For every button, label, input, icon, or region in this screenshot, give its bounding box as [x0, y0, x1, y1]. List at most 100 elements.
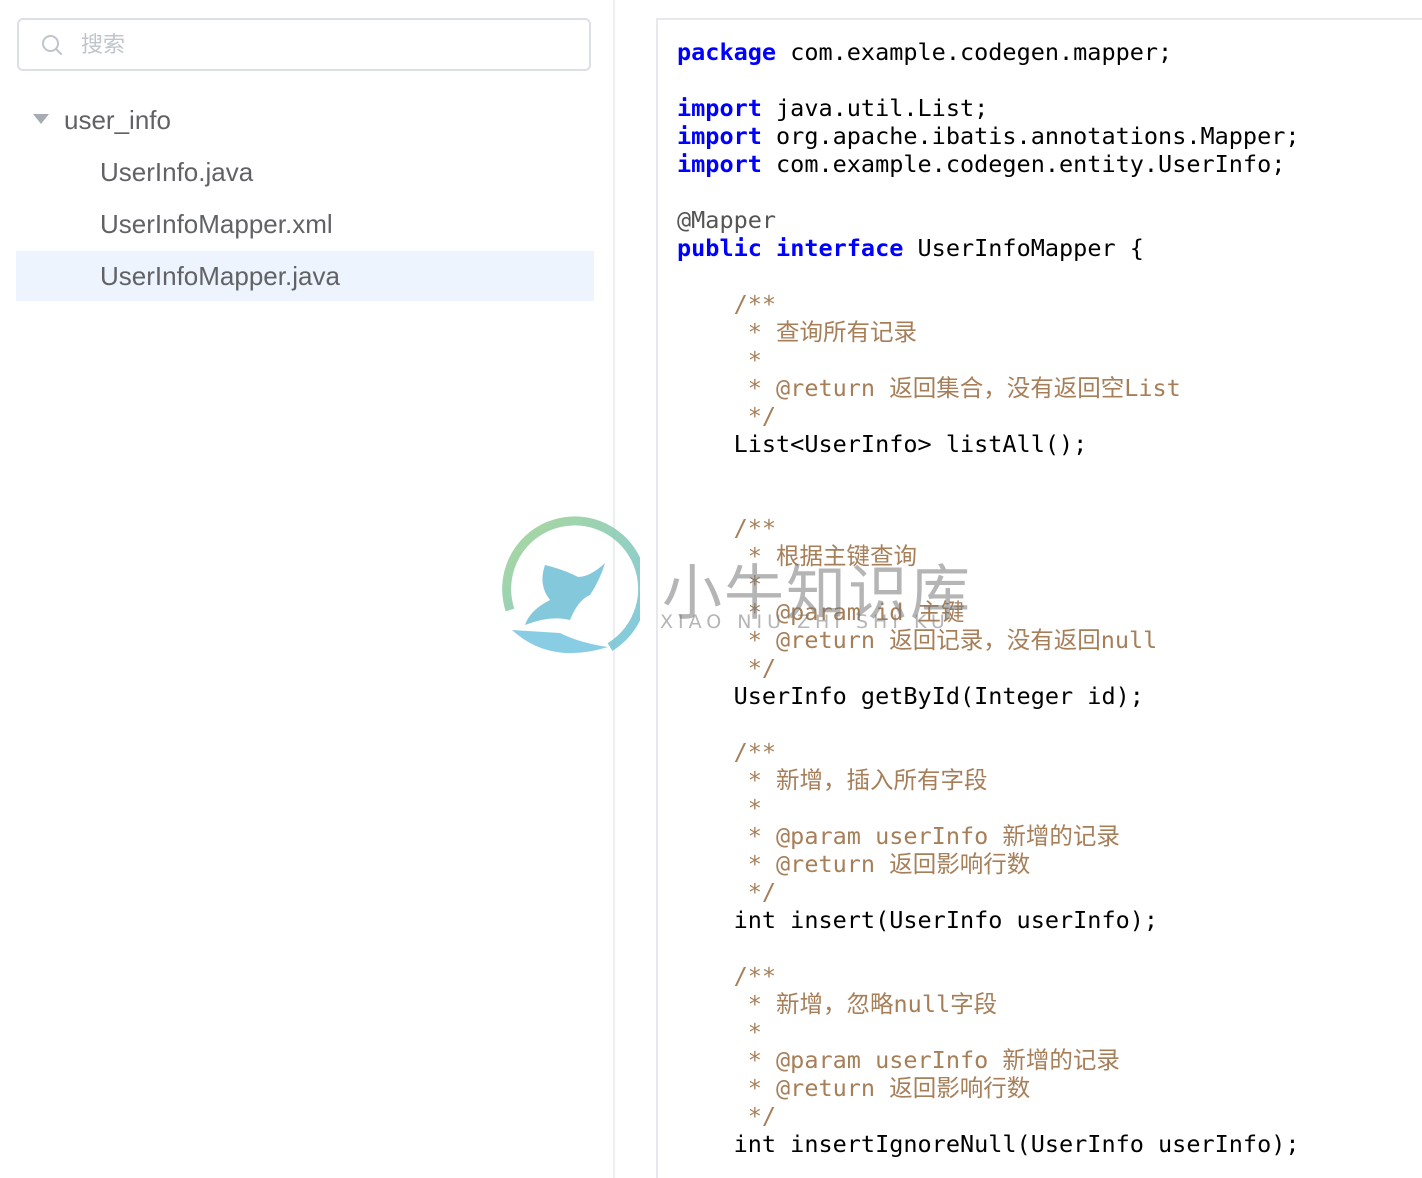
code-line: * @param userInfo 新增的记录: [677, 822, 1300, 850]
search-icon: [42, 35, 62, 55]
code-text: UserInfoMapper {: [903, 234, 1144, 262]
code-line: /**: [677, 962, 1300, 990]
code-comment: * @return 返回影响行数: [733, 850, 1031, 878]
tree-folder-user-info[interactable]: user_info: [16, 95, 594, 145]
file-tree-panel: user_info UserInfo.java UserInfoMapper.x…: [0, 0, 614, 1178]
code-comment: * @param userInfo 新增的记录: [733, 822, 1120, 850]
caret-down-icon[interactable]: [33, 114, 49, 124]
code-comment: * @param userInfo 新增的记录: [733, 1046, 1120, 1074]
code-line: * @return 返回记录，没有返回null: [677, 626, 1300, 654]
code-comment: /**: [733, 290, 777, 318]
code-comment: * 根据主键查询: [733, 542, 918, 570]
code-line: import org.apache.ibatis.annotations.Map…: [677, 122, 1300, 150]
code-keyword: interface: [776, 234, 904, 262]
code-line: * 查询所有记录: [677, 318, 1300, 346]
search-input[interactable]: [79, 26, 573, 64]
code-comment: */: [733, 654, 777, 682]
code-keyword: package: [677, 38, 777, 66]
code-text: com.example.codegen.entity.UserInfo;: [761, 150, 1286, 178]
code-comment: /**: [733, 514, 777, 542]
code-keyword: import: [677, 150, 762, 178]
app-window: user_info UserInfo.java UserInfoMapper.x…: [0, 0, 1422, 1178]
tree-file-label: UserInfoMapper.xml: [100, 209, 333, 239]
code-comment: *: [733, 1018, 762, 1046]
code-line: import com.example.codegen.entity.UserIn…: [677, 150, 1300, 178]
code-line: int insertIgnoreNull(UserInfo userInfo);: [677, 1130, 1300, 1158]
code-line: /**: [677, 514, 1300, 542]
code-line: */: [677, 654, 1300, 682]
search-box[interactable]: [17, 18, 591, 71]
code-comment: * 新增，忽略null字段: [733, 990, 998, 1018]
code-text: int insertIgnoreNull(UserInfo userInfo);: [677, 1130, 1300, 1158]
code-text: java.util.List;: [761, 94, 989, 122]
code-line: * 新增，忽略null字段: [677, 990, 1300, 1018]
tree-folder-label: user_info: [64, 105, 171, 135]
code-comment: * @return 返回影响行数: [733, 1074, 1031, 1102]
code-text: UserInfo getById(Integer id);: [677, 682, 1144, 710]
code-comment: * @return 返回集合，没有返回空List: [733, 374, 1181, 402]
code-line: * 根据主键查询: [677, 542, 1300, 570]
code-comment: /**: [733, 962, 777, 990]
code-comment: */: [733, 878, 777, 906]
code-comment: *: [733, 794, 762, 822]
code-line: *: [677, 346, 1300, 374]
code-comment: * @param id 主键: [733, 598, 965, 626]
code-line: List<UserInfo> listAll();: [677, 430, 1300, 458]
code-line: * 新增，插入所有字段: [677, 766, 1300, 794]
code-content: package com.example.codegen.mapper; impor…: [677, 38, 1300, 1158]
code-line: *: [677, 794, 1300, 822]
code-line: package com.example.codegen.mapper;: [677, 38, 1300, 66]
code-text: int insert(UserInfo userInfo);: [677, 906, 1159, 934]
code-line: /**: [677, 738, 1300, 766]
code-comment: *: [733, 570, 762, 598]
code-line: import java.util.List;: [677, 94, 1300, 122]
code-keyword: import: [677, 122, 762, 150]
code-line: * @return 返回集合，没有返回空List: [677, 374, 1300, 402]
code-line: UserInfo getById(Integer id);: [677, 682, 1300, 710]
code-comment: */: [733, 1102, 777, 1130]
code-annotation: @Mapper: [677, 206, 777, 234]
code-line: * @return 返回影响行数: [677, 850, 1300, 878]
tree-file-userinfomapper-xml[interactable]: UserInfoMapper.xml: [16, 199, 594, 249]
code-keyword: public: [677, 234, 762, 262]
code-line: *: [677, 570, 1300, 598]
code-viewer[interactable]: package com.example.codegen.mapper; impor…: [656, 18, 1422, 1178]
tree-file-label: UserInfo.java: [100, 157, 254, 187]
code-text: org.apache.ibatis.annotations.Mapper;: [761, 122, 1300, 150]
code-comment: * @return 返回记录，没有返回null: [733, 626, 1158, 654]
tree-file-userinfomapper-java[interactable]: UserInfoMapper.java: [16, 251, 594, 301]
code-line: * @return 返回影响行数: [677, 1074, 1300, 1102]
code-keyword: import: [677, 94, 762, 122]
code-line: * @param userInfo 新增的记录: [677, 1046, 1300, 1074]
code-line: */: [677, 402, 1300, 430]
code-comment: */: [733, 402, 777, 430]
panel-divider[interactable]: [613, 0, 615, 1178]
code-comment: /**: [733, 738, 777, 766]
tree-file-userinfo-java[interactable]: UserInfo.java: [16, 147, 594, 197]
code-line: @Mapper: [677, 206, 1300, 234]
code-text: com.example.codegen.mapper;: [776, 38, 1173, 66]
code-line: /**: [677, 290, 1300, 318]
